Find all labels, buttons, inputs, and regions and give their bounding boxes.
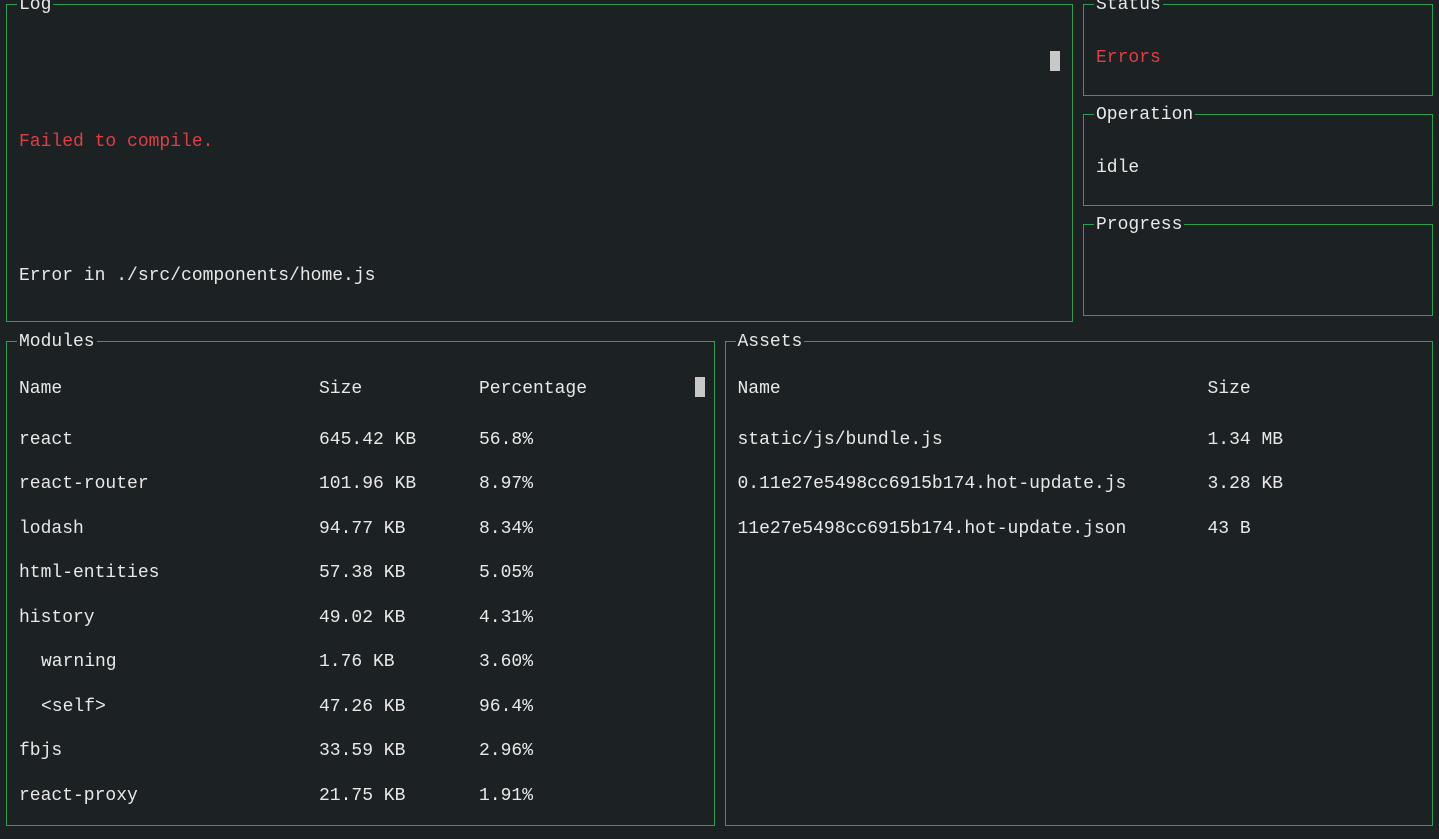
module-name: lodash [19, 518, 319, 541]
table-row[interactable]: react645.42 KB56.8% [19, 429, 702, 452]
module-pct: 8.34% [479, 518, 702, 541]
asset-name: static/js/bundle.js [738, 429, 1208, 452]
module-name: react-router [19, 473, 319, 496]
asset-size: 1.34 MB [1208, 429, 1421, 452]
asset-name: 11e27e5498cc6915b174.hot-update.json [738, 518, 1208, 541]
module-size: 49.02 KB [319, 607, 479, 630]
module-size: 21.75 KB [319, 785, 479, 808]
module-name: html-entities [19, 562, 319, 585]
table-row[interactable]: <self>47.26 KB96.4% [19, 696, 702, 719]
table-row[interactable]: warning1.76 KB3.60% [19, 651, 702, 674]
modules-col-name: Name [19, 378, 319, 401]
assets-panel: Assets Name Size static/js/bundle.js1.34… [725, 341, 1434, 826]
operation-value: idle [1096, 158, 1139, 178]
module-name: warning [19, 651, 319, 674]
modules-panel: Modules Name Size Percentage react645.42… [6, 341, 715, 826]
module-pct: 2.96% [479, 740, 702, 763]
table-row[interactable]: html-entities57.38 KB5.05% [19, 562, 702, 585]
module-name: react-proxy [19, 785, 319, 808]
modules-title: Modules [17, 331, 97, 354]
module-size: 94.77 KB [319, 518, 479, 541]
table-row[interactable]: 11e27e5498cc6915b174.hot-update.json43 B [738, 518, 1421, 541]
asset-size: 43 B [1208, 518, 1421, 541]
log-body[interactable]: Failed to compile. Error in ./src/compon… [19, 19, 1060, 311]
module-size: 33.59 KB [319, 740, 479, 763]
table-row[interactable]: react-router101.96 KB8.97% [19, 473, 702, 496]
module-pct: 96.4% [479, 696, 702, 719]
asset-name: 0.11e27e5498cc6915b174.hot-update.js [738, 473, 1208, 496]
progress-panel: Progress [1083, 224, 1433, 316]
module-name: <self> [19, 696, 319, 719]
table-row[interactable]: lodash94.77 KB8.34% [19, 518, 702, 541]
progress-title: Progress [1094, 214, 1184, 237]
operation-panel: Operation idle [1083, 114, 1433, 206]
assets-col-size: Size [1208, 378, 1421, 401]
module-pct: 4.31% [479, 607, 702, 630]
asset-size: 3.28 KB [1208, 473, 1421, 496]
module-size: 645.42 KB [319, 429, 479, 452]
log-panel: Log Failed to compile. Error in ./src/co… [6, 4, 1073, 322]
table-row[interactable]: history49.02 KB4.31% [19, 607, 702, 630]
module-size: 57.38 KB [319, 562, 479, 585]
module-pct: 5.05% [479, 562, 702, 585]
module-pct: 56.8% [479, 429, 702, 452]
assets-header: Name Size [738, 378, 1421, 401]
module-pct: 8.97% [479, 473, 702, 496]
module-pct: 1.91% [479, 785, 702, 808]
modules-col-size: Size [319, 378, 479, 401]
log-fail-line: Failed to compile. [19, 131, 1060, 153]
module-size: 1.76 KB [319, 651, 479, 674]
log-title: Log [17, 0, 53, 17]
modules-col-pct: Percentage [479, 378, 702, 401]
module-pct: 3.60% [479, 651, 702, 674]
operation-title: Operation [1094, 104, 1195, 127]
modules-header: Name Size Percentage [19, 378, 702, 401]
module-name: react [19, 429, 319, 452]
module-name: fbjs [19, 740, 319, 763]
status-value: Errors [1096, 48, 1161, 68]
assets-col-name: Name [738, 378, 1208, 401]
table-row[interactable]: react-proxy21.75 KB1.91% [19, 785, 702, 808]
assets-title: Assets [736, 331, 805, 354]
log-scrollbar-thumb[interactable] [1050, 51, 1060, 71]
table-row[interactable]: static/js/bundle.js1.34 MB [738, 429, 1421, 452]
status-panel: Status Errors [1083, 4, 1433, 96]
module-name: history [19, 607, 319, 630]
table-row[interactable]: fbjs33.59 KB2.96% [19, 740, 702, 763]
table-row[interactable]: 0.11e27e5498cc6915b174.hot-update.js3.28… [738, 473, 1421, 496]
status-title: Status [1094, 0, 1163, 17]
module-size: 47.26 KB [319, 696, 479, 719]
module-size: 101.96 KB [319, 473, 479, 496]
log-error-line: Error in ./src/components/home.js [19, 265, 1060, 287]
